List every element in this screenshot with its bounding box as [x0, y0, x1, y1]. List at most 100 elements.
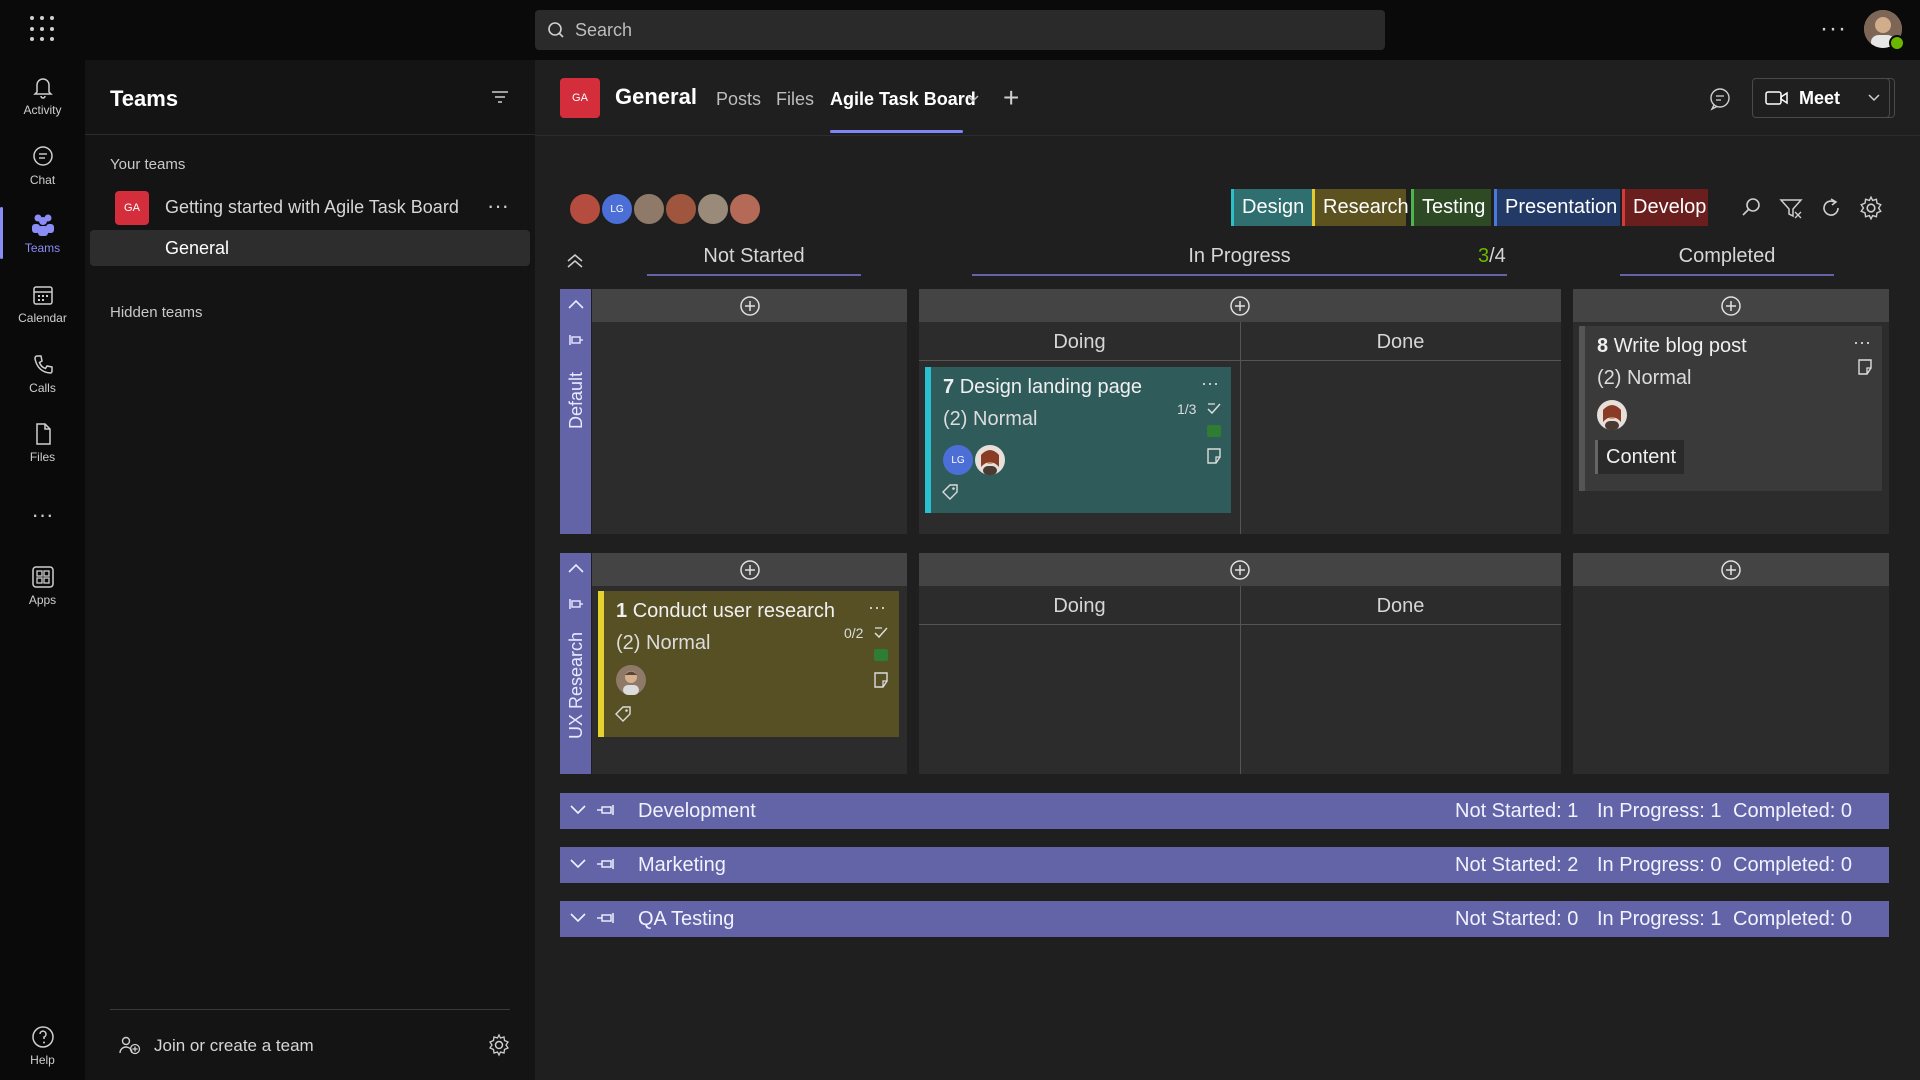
wip-max: /4 [1489, 245, 1506, 267]
channel-name: General [165, 238, 230, 258]
swimlane-collapsed-development[interactable]: Development Not Started: 1 In Progress: … [560, 793, 1889, 829]
add-tab-icon[interactable]: + [1003, 82, 1019, 114]
card-priority: (2) Normal [943, 408, 1038, 430]
gear-icon[interactable] [1858, 195, 1884, 221]
tag-design[interactable]: Design [1231, 189, 1313, 226]
chevron-down-icon[interactable] [568, 803, 588, 817]
search-icon[interactable] [1738, 195, 1764, 221]
more-options-icon[interactable]: ··· [487, 193, 509, 219]
rail-item-activity[interactable]: Activity [0, 65, 85, 125]
chevron-up-icon[interactable] [566, 298, 586, 310]
rail-label: Help [30, 1052, 55, 1067]
add-card-button[interactable] [592, 553, 907, 586]
refresh-icon[interactable] [1818, 195, 1844, 221]
swimlane-header-default[interactable]: Default [560, 289, 591, 534]
column-underline [972, 274, 1507, 276]
chevron-up-icon[interactable] [566, 562, 586, 574]
cell-ux-in-progress: Doing Done [919, 553, 1561, 774]
swimlane-name: Development [638, 800, 756, 822]
rail-item-apps[interactable]: Apps [0, 555, 85, 615]
tag-label: Research [1323, 196, 1409, 218]
label-icon [615, 706, 631, 722]
cell-default-completed: 8 Write blog post (2) Normal ··· Content [1573, 289, 1889, 534]
pin-icon[interactable] [568, 597, 584, 611]
add-card-button[interactable] [919, 289, 1561, 322]
pin-icon[interactable] [596, 857, 614, 871]
channel-header: GA General Posts Files Agile Task Board … [535, 60, 1920, 136]
checklist-icon [1207, 403, 1221, 415]
member-avatar[interactable] [664, 192, 698, 226]
member-avatar[interactable]: LG [600, 192, 634, 226]
divider [1240, 586, 1241, 774]
join-team-button[interactable]: Join or create a team [118, 1035, 314, 1057]
more-options-icon[interactable]: ··· [1820, 15, 1847, 43]
conversation-icon[interactable] [1708, 87, 1732, 111]
search-input[interactable]: Search [575, 20, 632, 41]
column-in-progress: In Progress [1188, 245, 1291, 267]
team-item[interactable]: GA Getting started with Agile Task Board… [85, 187, 535, 227]
card-priority: (2) Normal [616, 632, 711, 654]
tag-develop[interactable]: Develop [1622, 189, 1708, 226]
app-launcher-icon[interactable] [30, 16, 56, 42]
rail-item-calendar[interactable]: Calendar [0, 273, 85, 333]
add-card-button[interactable] [1573, 289, 1889, 322]
swimlane-collapsed-marketing[interactable]: Marketing Not Started: 2 In Progress: 0 … [560, 847, 1889, 883]
subcolumn-done: Done [1376, 331, 1425, 353]
chevron-down-icon[interactable] [568, 911, 588, 925]
swimlane-collapsed-qa-testing[interactable]: QA Testing Not Started: 0 In Progress: 1… [560, 901, 1889, 937]
member-avatar[interactable] [632, 192, 666, 226]
tag-research[interactable]: Research [1312, 189, 1409, 226]
tab-files[interactable]: Files [776, 89, 814, 110]
tab-posts[interactable]: Posts [716, 89, 761, 110]
member-avatar[interactable] [728, 192, 762, 226]
rail-more-icon[interactable]: ··· [0, 485, 85, 545]
task-card[interactable]: 1 Conduct user research (2) Normal ··· 0… [598, 591, 899, 737]
meet-label: Meet [1799, 88, 1841, 108]
divider [85, 134, 535, 135]
filter-icon[interactable] [490, 88, 510, 106]
rail-item-help[interactable]: Help [0, 1015, 85, 1075]
section-heading[interactable]: Hidden teams [110, 304, 203, 321]
more-options-icon[interactable]: ··· [1853, 332, 1871, 353]
calendar-icon [32, 285, 53, 305]
rail-item-files[interactable]: Files [0, 412, 85, 472]
top-bar: Search ··· [0, 0, 1920, 60]
pin-icon[interactable] [596, 803, 614, 817]
member-avatar[interactable] [568, 192, 602, 226]
swimlane-header-ux-research[interactable]: UX Research [560, 553, 591, 774]
add-card-button[interactable] [1573, 553, 1889, 586]
app-rail: Activity Chat Teams Calendar Calls Files… [0, 60, 85, 1080]
chevron-down-icon[interactable] [568, 857, 588, 871]
column-not-started: Not Started [703, 245, 805, 267]
pin-icon[interactable] [596, 911, 614, 925]
card-title: 1 Conduct user research [616, 600, 835, 623]
tab-agile-task-board[interactable]: Agile Task Board [830, 89, 976, 110]
gear-icon[interactable] [487, 1033, 511, 1057]
channel-item-general[interactable]: General [90, 230, 530, 266]
rail-item-calls[interactable]: Calls [0, 343, 85, 403]
divider [110, 1009, 510, 1010]
rail-item-chat[interactable]: Chat [0, 135, 85, 195]
add-circle-icon [1230, 559, 1250, 580]
note-icon [1207, 448, 1221, 464]
collapse-all-icon[interactable] [565, 252, 585, 270]
pin-icon[interactable] [568, 333, 584, 347]
add-card-button[interactable] [919, 553, 1561, 586]
tag-testing[interactable]: Testing [1411, 189, 1491, 226]
swimlane-name: UX Research [566, 631, 586, 739]
tag-presentation[interactable]: Presentation [1494, 189, 1620, 226]
more-options-icon[interactable]: ··· [1201, 373, 1219, 394]
member-avatar[interactable] [696, 192, 730, 226]
chevron-down-icon[interactable] [967, 95, 979, 103]
search-box[interactable]: Search [535, 10, 1385, 50]
meet-options-button[interactable] [1854, 78, 1895, 118]
task-card[interactable]: 7 Design landing page (2) Normal ··· 1/3… [925, 367, 1231, 513]
filter-icon[interactable] [1778, 195, 1804, 221]
subcolumn-done: Done [1376, 595, 1425, 617]
rail-item-teams[interactable]: Teams [0, 203, 85, 263]
swimlane-name: QA Testing [638, 908, 735, 930]
task-card[interactable]: 8 Write blog post (2) Normal ··· Content [1579, 326, 1882, 491]
more-options-icon[interactable]: ··· [868, 597, 886, 618]
card-title-text: Design landing page [959, 376, 1143, 398]
add-card-button[interactable] [592, 289, 907, 322]
